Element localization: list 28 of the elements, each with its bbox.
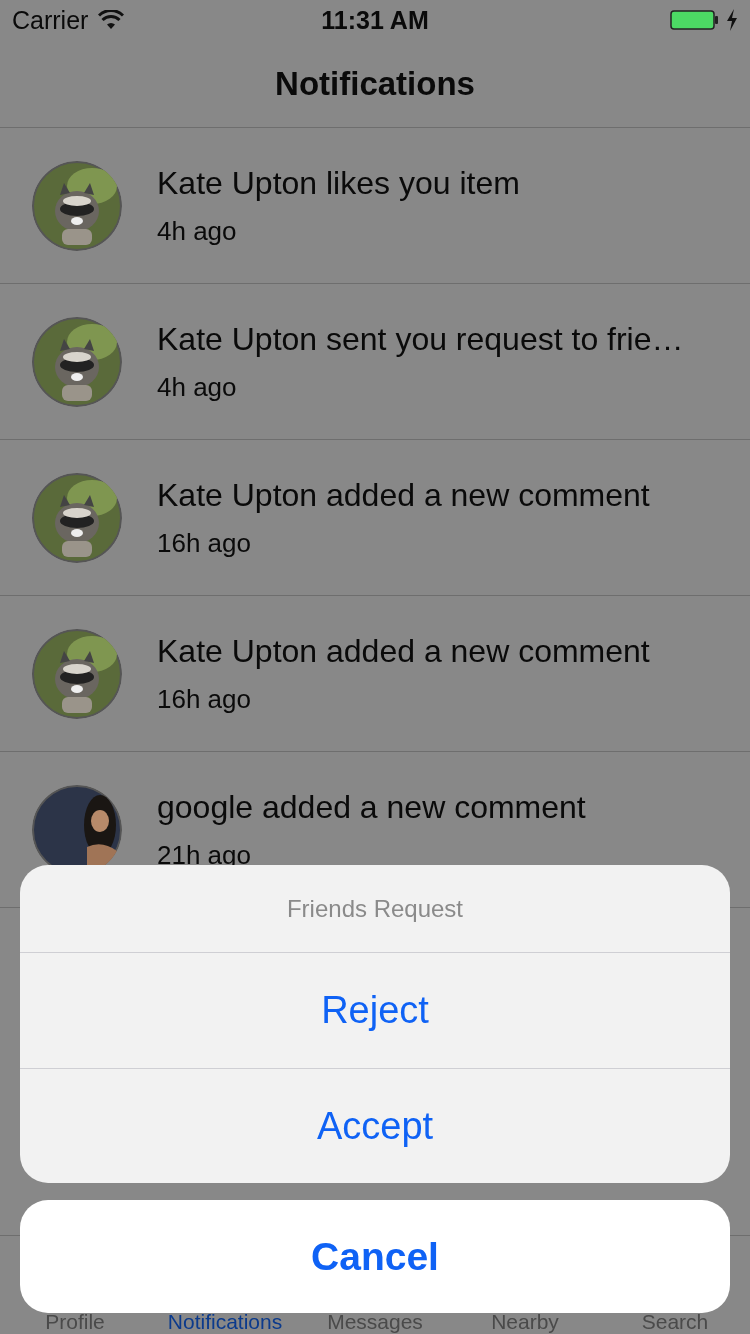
clock: 11:31 AM xyxy=(321,5,429,35)
notification-text: Kate Upton added a new comment xyxy=(157,632,650,670)
action-button[interactable]: Reject xyxy=(20,953,730,1068)
notification-text: Kate Upton sent you request to frie… xyxy=(157,320,684,358)
wifi-icon xyxy=(98,10,125,30)
tab[interactable]: Messages xyxy=(300,1315,450,1332)
screen-title: Notifications xyxy=(275,64,475,103)
charging-icon xyxy=(726,9,738,31)
notification-time: 16h ago xyxy=(157,683,252,715)
sheet-title: Friends Request xyxy=(20,865,730,953)
action-button[interactable]: Accept xyxy=(20,1068,730,1183)
tab[interactable]: Nearby xyxy=(450,1315,600,1332)
notification-row[interactable]: Kate Upton added a new comment 16h ago xyxy=(0,596,750,752)
tab[interactable]: Notifications xyxy=(150,1315,300,1332)
notification-row[interactable]: Kate Upton sent you request to frie… 4h ago xyxy=(0,284,750,440)
notification-row[interactable]: Kate Upton likes you item 4h ago xyxy=(0,128,750,284)
battery-icon xyxy=(670,9,720,31)
notification-time: 4h ago xyxy=(157,215,238,247)
notification-time: 4h ago xyxy=(157,371,238,403)
tab[interactable]: Profile xyxy=(0,1315,150,1332)
notification-row[interactable]: Kate Upton added a new comment 16h ago xyxy=(0,440,750,596)
cancel-button[interactable]: Cancel xyxy=(20,1200,730,1313)
carrier-label: Carrier xyxy=(12,5,89,35)
tab[interactable]: Search xyxy=(600,1315,750,1332)
notification-text: Kate Upton likes you item xyxy=(157,164,520,202)
notification-text: google added a new comment xyxy=(157,788,586,826)
notification-text: Kate Upton added a new comment xyxy=(157,476,650,514)
notification-time: 16h ago xyxy=(157,527,252,559)
